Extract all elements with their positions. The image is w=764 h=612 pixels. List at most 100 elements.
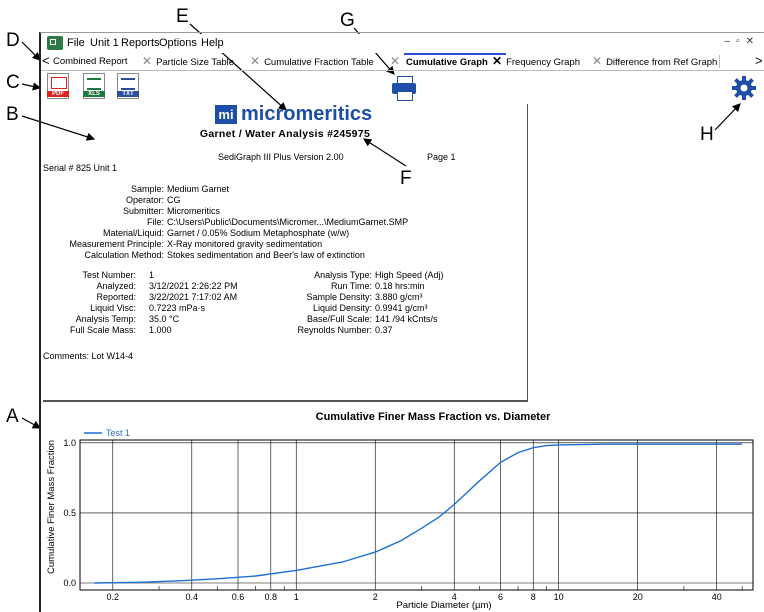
window-controls[interactable]: –▫✕ — [725, 36, 761, 47]
x-tick-label: 40 — [712, 592, 722, 602]
gear-icon[interactable] — [731, 75, 757, 101]
report-title: Garnet / Water Analysis #245975 — [199, 128, 371, 140]
info-label: Measurement Principle: — [69, 239, 164, 249]
info-value: Micromeritics — [167, 206, 220, 216]
menu-options[interactable]: Options — [159, 37, 197, 49]
minimize-icon[interactable]: – — [725, 36, 737, 47]
info-label: Calculation Method: — [84, 250, 164, 260]
txt-label: TXT — [117, 91, 139, 97]
test-label: Analyzed: — [96, 281, 136, 291]
tab-scroll-right-icon[interactable]: > — [755, 53, 763, 70]
printer-output — [397, 91, 413, 101]
arrow-d — [21, 41, 41, 61]
close-icon[interactable]: ✕ — [390, 54, 400, 68]
pdf-export-icon[interactable]: PDF — [47, 73, 69, 99]
close-icon[interactable]: ✕ — [492, 54, 502, 68]
tab-label: Cumulative Fraction Table — [264, 57, 374, 68]
serial-number: Serial # 825 Unit 1 — [43, 163, 118, 173]
test-value: High Speed (Adj) — [375, 270, 444, 280]
tab-label: Cumulative Graph — [406, 57, 488, 68]
x-tick-label: 10 — [554, 592, 564, 602]
test-label: Reynolds Number: — [297, 325, 372, 335]
info-value: Garnet / 0.05% Sodium Metaphosphate (w/w… — [167, 228, 350, 238]
tab-bar: < Combined Report ✕ Particle Size Table ✕… — [41, 53, 764, 71]
report-pane: mi micromeritics Garnet / Water Analysis… — [43, 103, 528, 402]
tab-label: Frequency Graph — [506, 57, 580, 68]
x-tick-label: 1 — [294, 592, 299, 602]
pdf-glyph — [51, 77, 67, 89]
plot-frame — [79, 439, 754, 591]
info-value: CG — [167, 195, 181, 205]
tab-label: Particle Size Table — [156, 57, 235, 68]
xls-label: XLS — [83, 91, 105, 97]
tab-scroll-left-icon[interactable]: < — [42, 53, 50, 70]
tab-difference-from-ref-graph[interactable]: ✕ Difference from Ref Graph — [592, 53, 717, 70]
menu-reports[interactable]: Reports — [121, 37, 160, 49]
menu-unit1[interactable]: Unit 1 — [90, 37, 119, 49]
info-label: Submitter: — [122, 206, 164, 216]
x-tick-label: 0.6 — [232, 592, 245, 602]
y-tick-label: 0.5 — [63, 508, 76, 518]
test-label: Full Scale Mass: — [69, 325, 136, 335]
close-icon[interactable]: ✕ — [746, 36, 760, 47]
legend-label: Test 1 — [106, 428, 130, 438]
arrow-c — [21, 82, 42, 91]
test-value: 3/12/2021 2:26:22 PM — [149, 281, 238, 291]
test-label: Run Time: — [330, 281, 372, 291]
info-value: X-Ray monitored gravity sedimentation — [167, 239, 323, 249]
close-icon[interactable]: ✕ — [592, 54, 602, 68]
test-value: 0.18 hrs:min — [375, 281, 425, 291]
x-tick-label: 6 — [498, 592, 503, 602]
info-label: Material/Liquid: — [102, 228, 164, 238]
x-tick-label: 8 — [531, 592, 536, 602]
tab-label: Difference from Ref Graph — [606, 57, 718, 68]
test-label: Liquid Density: — [312, 303, 372, 313]
tab-cumulative-fraction-table[interactable]: ✕ Cumulative Fraction Table — [250, 53, 374, 70]
test-label: Sample Density: — [306, 292, 372, 302]
y-tick-label: 1.0 — [63, 438, 76, 448]
xls-glyph — [87, 78, 101, 90]
print-icon[interactable] — [392, 76, 416, 101]
close-icon[interactable]: ✕ — [250, 54, 260, 68]
info-value: Stokes sedimentation and Beer's law of e… — [167, 250, 365, 260]
info-value: C:\Users\Public\Documents\Micromer...\Me… — [167, 217, 409, 227]
test-value: 0.7223 mPa·s — [149, 303, 206, 313]
test-value: 3/22/2021 7:17:02 AM — [149, 292, 238, 302]
test-label: Analysis Temp: — [75, 314, 136, 324]
tab-cumulative-graph-close[interactable]: ✕ — [390, 53, 404, 70]
menu-help[interactable]: Help — [201, 37, 224, 49]
close-icon[interactable]: ✕ — [142, 54, 152, 68]
x-axis-label: Particle Diameter (µm) — [396, 600, 491, 611]
test-label: Base/Full Scale: — [306, 314, 372, 324]
pdf-label: PDF — [47, 91, 69, 97]
test-value: 0.37 — [375, 325, 393, 335]
plot-area: 0.2 0.4 0.6 0.8 1 2 4 6 8 10 20 400.00.51.0Test 1 — [63, 428, 754, 602]
test-value: 35.0 °C — [149, 314, 180, 324]
comments: Comments: Lot W14-4 — [43, 351, 134, 361]
x-tick-label: 20 — [633, 592, 643, 602]
logo-text: micromeritics — [241, 103, 373, 125]
restore-icon[interactable]: ▫ — [736, 36, 746, 47]
info-label: Operator: — [125, 195, 164, 205]
txt-glyph — [121, 78, 135, 90]
test-value: 1 — [149, 270, 155, 280]
toolbar: PDF XLS TXT — [41, 71, 764, 103]
menu-bar: File Unit 1 Reports Options Help –▫✕ — [41, 34, 764, 53]
tab-combined-report[interactable]: Combined Report — [53, 53, 127, 70]
chart-title: Cumulative Finer Mass Fraction vs. Diame… — [316, 411, 551, 423]
info-label: File: — [146, 217, 164, 227]
software-version: SediGraph III Plus Version 2.00 — [218, 152, 344, 162]
test-label: Analysis Type: — [314, 270, 372, 280]
menu-file[interactable]: File — [67, 37, 85, 49]
tab-divider — [719, 55, 720, 68]
page-number: Page 1 — [427, 152, 456, 162]
x-tick-label: 0.4 — [186, 592, 199, 602]
txt-export-icon[interactable]: TXT — [117, 73, 139, 99]
cumulative-graph: Cumulative Finer Mass Fraction vs. Diame… — [46, 411, 754, 611]
tab-frequency-graph[interactable]: ✕ Frequency Graph — [492, 53, 580, 70]
tab-particle-size-table[interactable]: ✕ Particle Size Table — [142, 53, 234, 70]
tab-cumulative-graph[interactable]: Cumulative Graph — [404, 53, 506, 70]
info-value: Medium Garnet — [167, 184, 230, 194]
test-label: Liquid Visc: — [90, 303, 136, 313]
xls-export-icon[interactable]: XLS — [83, 73, 105, 99]
